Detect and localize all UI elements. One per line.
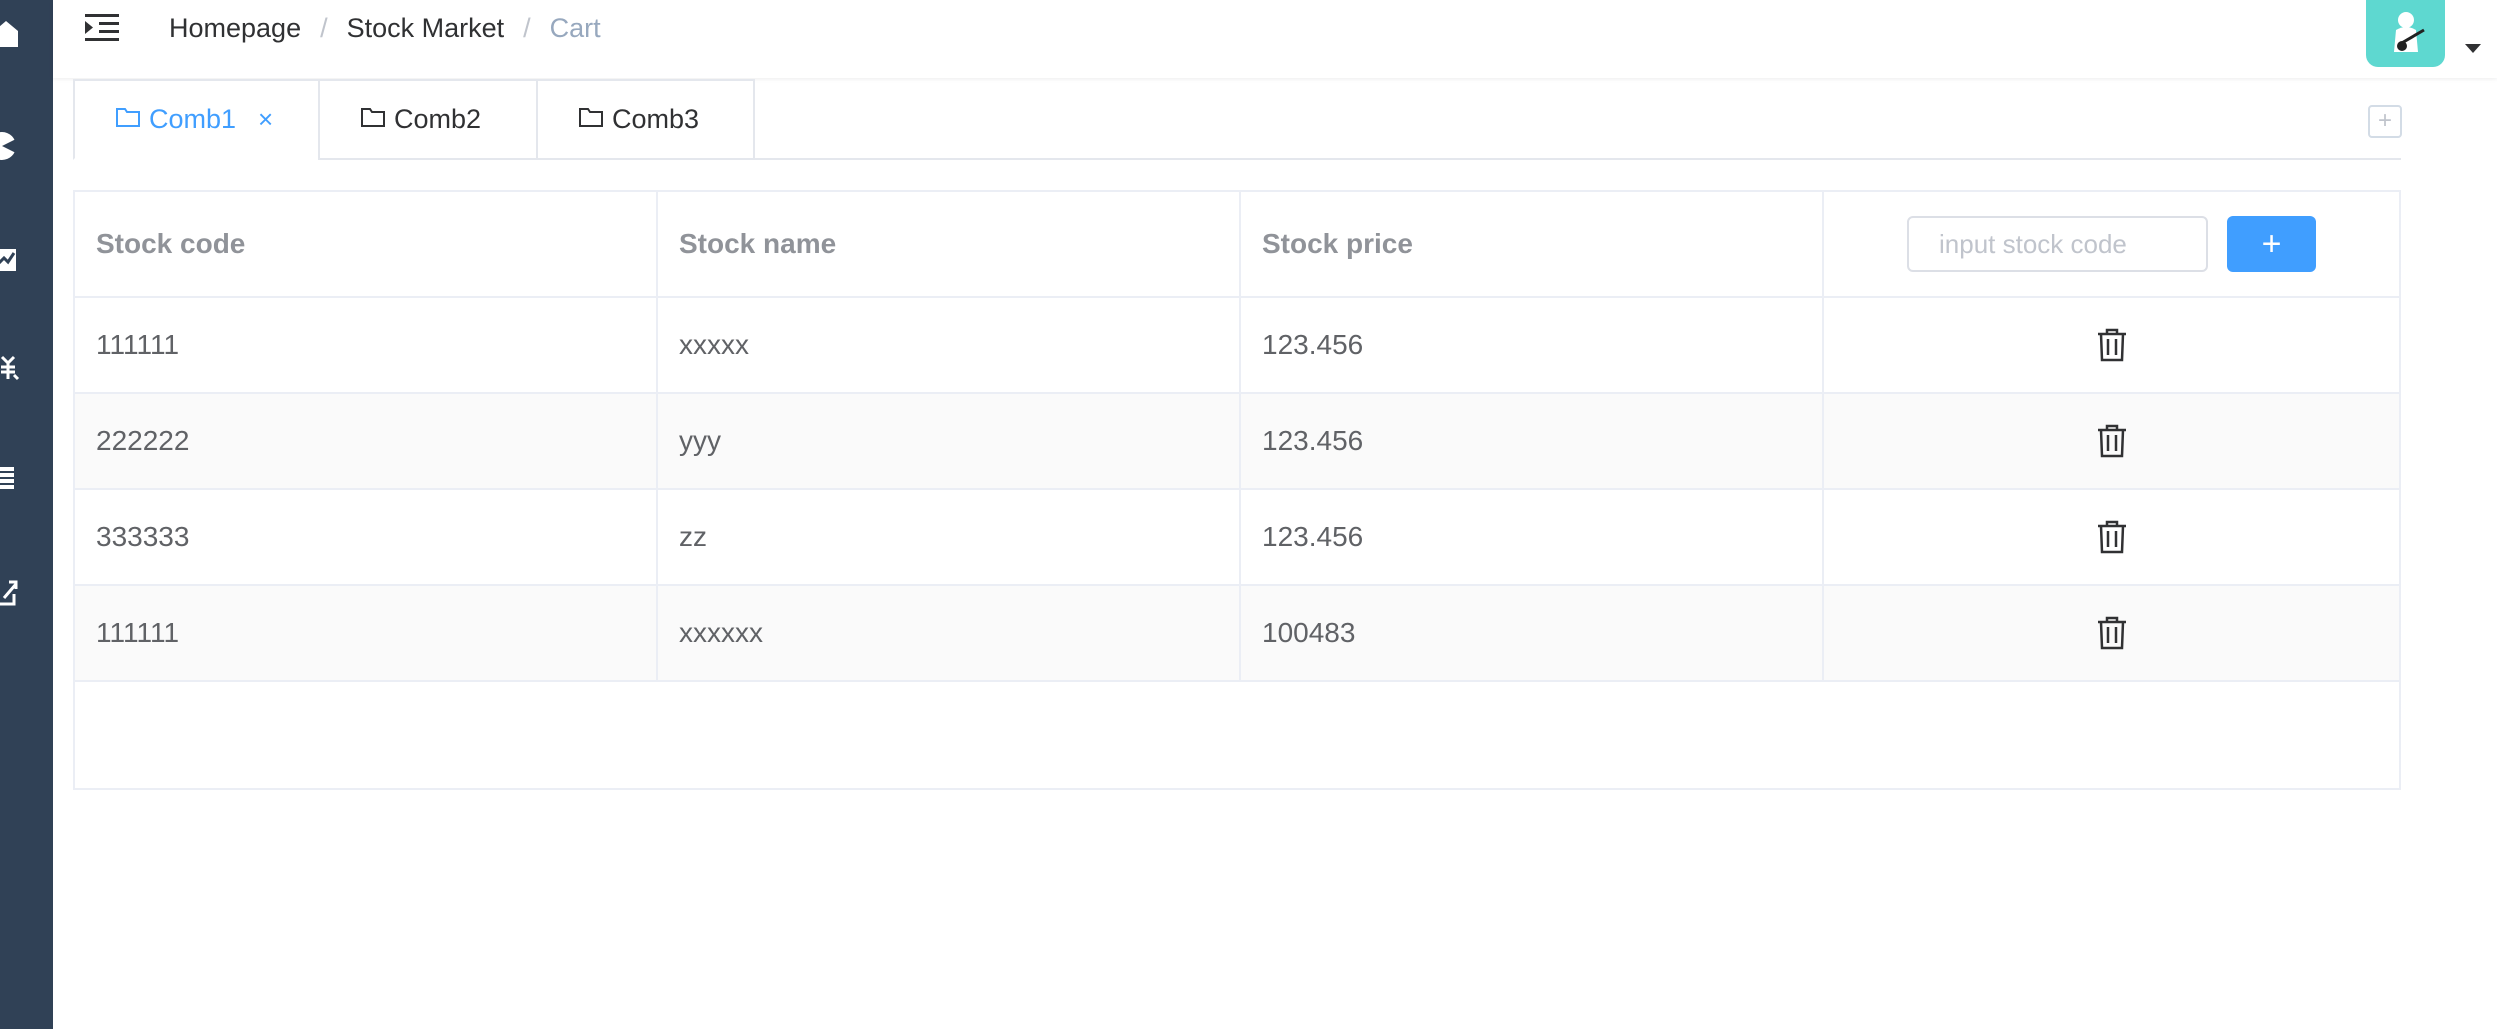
table-row: 111111 xxxxx 123.456 — [75, 298, 2399, 394]
chart-line-icon[interactable] — [0, 243, 20, 275]
list-icon[interactable] — [0, 462, 20, 494]
stock-table: Stock code Stock name Stock price + 1111… — [73, 190, 2401, 790]
tab-comb1[interactable]: Comb1 × — [73, 79, 320, 160]
avatar[interactable] — [2366, 0, 2445, 67]
caret-down-icon[interactable] — [2465, 44, 2481, 53]
cell-stock-code: 111111 — [75, 298, 658, 392]
stock-code-input[interactable] — [1907, 216, 2208, 272]
breadcrumb-separator: / — [523, 13, 531, 43]
table-row: 111111 xxxxxx 100483 — [75, 586, 2399, 682]
table-row: 333333 zz 123.456 — [75, 490, 2399, 586]
cell-actions — [1824, 490, 2399, 584]
close-icon[interactable]: × — [258, 104, 273, 135]
cell-actions — [1824, 586, 2399, 680]
breadcrumb: Homepage / Stock Market / Cart — [169, 12, 601, 44]
tab-comb2[interactable]: Comb2 — [318, 79, 538, 160]
tab-label: Comb1 — [149, 104, 237, 134]
tab-label: Comb3 — [612, 104, 700, 134]
header-stock-name: Stock name — [658, 192, 1241, 296]
cell-stock-price: 100483 — [1241, 586, 1824, 680]
add-stock-button[interactable]: + — [2227, 216, 2316, 272]
cell-stock-code: 333333 — [75, 490, 658, 584]
folder-icon — [360, 104, 386, 135]
cell-actions — [1824, 394, 2399, 488]
money-icon[interactable] — [0, 352, 20, 384]
home-icon[interactable] — [0, 18, 20, 50]
chart-pie-icon[interactable] — [0, 130, 20, 162]
header-stock-price: Stock price — [1241, 192, 1824, 296]
tab-bar: Comb1 × Comb2 Comb3 — [73, 79, 2401, 160]
delete-icon[interactable] — [2092, 325, 2132, 365]
header-stock-code: Stock code — [75, 192, 658, 296]
cell-actions — [1824, 298, 2399, 392]
cell-stock-name: zz — [658, 490, 1241, 584]
header-actions: + — [1824, 192, 2399, 296]
cell-stock-name: xxxxx — [658, 298, 1241, 392]
external-link-icon[interactable] — [0, 575, 20, 607]
cell-stock-code: 111111 — [75, 586, 658, 680]
sidebar — [0, 0, 53, 1029]
navbar: Homepage / Stock Market / Cart — [53, 0, 2497, 78]
table-row: 222222 yyy 123.456 — [75, 394, 2399, 490]
add-tab-button[interactable]: + — [2368, 105, 2402, 138]
folder-icon — [578, 104, 604, 135]
cell-stock-code: 222222 — [75, 394, 658, 488]
folder-icon — [115, 104, 141, 135]
breadcrumb-stock-market[interactable]: Stock Market — [347, 12, 505, 44]
cell-stock-name: yyy — [658, 394, 1241, 488]
tab-label: Comb2 — [394, 104, 482, 134]
cell-stock-price: 123.456 — [1241, 490, 1824, 584]
hamburger-icon[interactable] — [85, 12, 119, 42]
table-header-row: Stock code Stock name Stock price + — [75, 192, 2399, 298]
delete-icon[interactable] — [2092, 517, 2132, 557]
breadcrumb-homepage[interactable]: Homepage — [169, 12, 301, 44]
cell-stock-name: xxxxxx — [658, 586, 1241, 680]
tab-comb3[interactable]: Comb3 — [536, 79, 755, 160]
delete-icon[interactable] — [2092, 421, 2132, 461]
delete-icon[interactable] — [2092, 613, 2132, 653]
cell-stock-price: 123.456 — [1241, 394, 1824, 488]
breadcrumb-cart: Cart — [549, 13, 601, 43]
breadcrumb-separator: / — [320, 13, 328, 43]
cell-stock-price: 123.456 — [1241, 298, 1824, 392]
